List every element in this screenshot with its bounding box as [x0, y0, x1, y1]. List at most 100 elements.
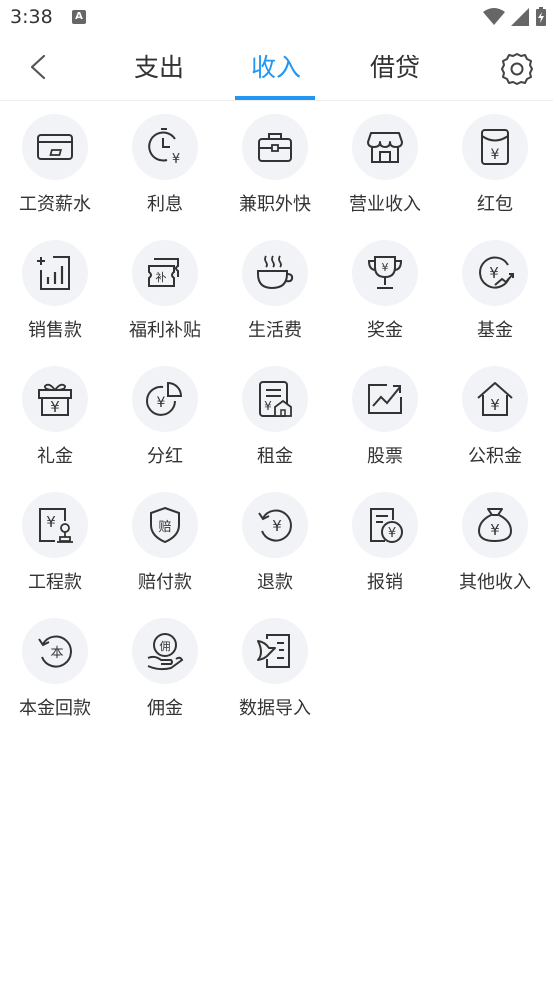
svg-text:赔: 赔 — [158, 520, 171, 535]
category-reimbursement[interactable]: ¥ 报销 — [330, 490, 440, 610]
svg-text:¥: ¥ — [382, 261, 389, 274]
battery-icon — [536, 7, 546, 26]
subsidy-ticket-icon: 补 — [148, 258, 179, 287]
svg-text:¥: ¥ — [491, 147, 500, 163]
category-living-expenses[interactable]: 生活费 — [220, 238, 330, 358]
wifi-icon — [483, 8, 505, 25]
status-time: 3:38 — [10, 6, 53, 28]
status-indicators — [483, 7, 547, 27]
commission-hand-icon: 佣 — [147, 633, 184, 671]
svg-text:¥: ¥ — [489, 264, 499, 282]
category-housing-fund[interactable]: ¥ 公积金 — [440, 364, 550, 484]
category-interest[interactable]: ¥ 利息 — [110, 112, 220, 232]
data-import-icon — [257, 634, 290, 668]
top-navigation-bar: 支出 收入 借贷 — [0, 36, 553, 101]
tab-loan[interactable]: 借贷 — [350, 48, 440, 84]
category-label: 生活费 — [248, 320, 302, 341]
category-label: 股票 — [367, 446, 403, 467]
rent-document-icon: ¥ — [259, 381, 292, 417]
category-welfare-subsidy[interactable]: 补 福利补贴 — [110, 238, 220, 358]
svg-text:补: 补 — [156, 271, 167, 284]
principal-return-icon: 本 — [38, 635, 72, 668]
category-label: 利息 — [147, 194, 183, 215]
svg-text:¥: ¥ — [490, 521, 500, 539]
svg-text:¥: ¥ — [172, 152, 180, 167]
compensation-shield-icon: 赔 — [150, 506, 180, 544]
category-other-income[interactable]: ¥ 其他收入 — [440, 490, 550, 610]
category-label: 兼职外快 — [239, 194, 311, 215]
category-project-payment[interactable]: ¥ 工程款 — [0, 490, 110, 610]
category-business-income[interactable]: 营业收入 — [330, 112, 440, 232]
category-label: 本金回款 — [19, 698, 91, 719]
svg-text:¥: ¥ — [264, 399, 272, 413]
cellular-signal-icon — [511, 8, 529, 26]
briefcase-icon — [258, 133, 292, 162]
project-payment-icon: ¥ — [39, 508, 73, 543]
category-label: 销售款 — [28, 320, 82, 341]
category-compensation[interactable]: 赔 赔付款 — [110, 490, 220, 610]
category-fund[interactable]: ¥ 基金 — [440, 238, 550, 358]
app-notification-icon: A — [72, 10, 86, 24]
category-label: 租金 — [257, 446, 293, 467]
category-label: 其他收入 — [459, 572, 531, 593]
category-label: 工程款 — [28, 572, 82, 593]
category-refund[interactable]: ¥ 退款 — [220, 490, 330, 610]
gift-box-icon: ¥ — [38, 383, 72, 416]
category-rent[interactable]: ¥ 租金 — [220, 364, 330, 484]
category-dividend[interactable]: ¥ 分红 — [110, 364, 220, 484]
tab-bar: 支出 收入 借贷 — [118, 36, 438, 100]
fund-growth-icon: ¥ — [479, 256, 514, 289]
category-principal-return[interactable]: 本 本金回款 — [0, 616, 110, 736]
back-button[interactable] — [24, 52, 54, 82]
category-label: 数据导入 — [239, 698, 311, 719]
settings-button[interactable] — [500, 52, 534, 86]
gear-icon — [501, 53, 533, 85]
category-label: 基金 — [477, 320, 513, 341]
category-label: 礼金 — [37, 446, 73, 467]
stock-chart-icon — [368, 384, 402, 414]
coffee-cup-icon — [257, 255, 294, 290]
svg-text:佣: 佣 — [160, 640, 171, 653]
category-commission[interactable]: 佣 佣金 — [110, 616, 220, 736]
chevron-left-icon — [30, 54, 46, 80]
tab-income[interactable]: 收入 — [231, 48, 321, 84]
category-gift-money[interactable]: ¥ 礼金 — [0, 364, 110, 484]
dividend-pie-icon: ¥ — [146, 381, 183, 416]
category-part-time[interactable]: 兼职外快 — [220, 112, 330, 232]
svg-text:¥: ¥ — [157, 395, 166, 411]
svg-text:¥: ¥ — [388, 526, 396, 541]
category-label: 工资薪水 — [19, 194, 91, 215]
category-red-envelope[interactable]: ¥ 红包 — [440, 112, 550, 232]
category-label: 红包 — [477, 194, 513, 215]
category-label: 退款 — [257, 572, 293, 593]
svg-text:¥: ¥ — [272, 517, 282, 535]
category-label: 佣金 — [147, 698, 183, 719]
category-stocks[interactable]: 股票 — [330, 364, 440, 484]
category-label: 分红 — [147, 446, 183, 467]
category-label: 福利补贴 — [129, 320, 201, 341]
salary-card-icon — [37, 134, 73, 160]
refund-arrow-icon: ¥ — [258, 509, 292, 542]
svg-text:¥: ¥ — [490, 396, 500, 414]
category-data-import[interactable]: 数据导入 — [220, 616, 330, 736]
category-label: 奖金 — [367, 320, 403, 341]
status-bar: 3:38 A — [0, 0, 553, 36]
tab-expense[interactable]: 支出 — [114, 48, 204, 84]
interest-clock-icon: ¥ — [148, 128, 180, 167]
trophy-icon: ¥ — [367, 256, 403, 289]
category-label: 报销 — [367, 572, 403, 593]
category-label: 赔付款 — [138, 572, 192, 593]
category-sales[interactable]: 销售款 — [0, 238, 110, 358]
category-salary[interactable]: 工资薪水 — [0, 112, 110, 232]
money-bag-icon: ¥ — [477, 508, 513, 543]
category-bonus[interactable]: ¥ 奖金 — [330, 238, 440, 358]
sales-chart-icon — [37, 256, 70, 290]
active-tab-indicator — [235, 96, 315, 100]
housing-fund-icon: ¥ — [477, 382, 513, 416]
category-label: 营业收入 — [349, 194, 421, 215]
store-icon — [367, 132, 403, 163]
svg-text:¥: ¥ — [50, 398, 60, 416]
svg-text:本: 本 — [50, 646, 63, 661]
svg-text:¥: ¥ — [46, 513, 56, 531]
reimbursement-icon: ¥ — [370, 508, 403, 543]
